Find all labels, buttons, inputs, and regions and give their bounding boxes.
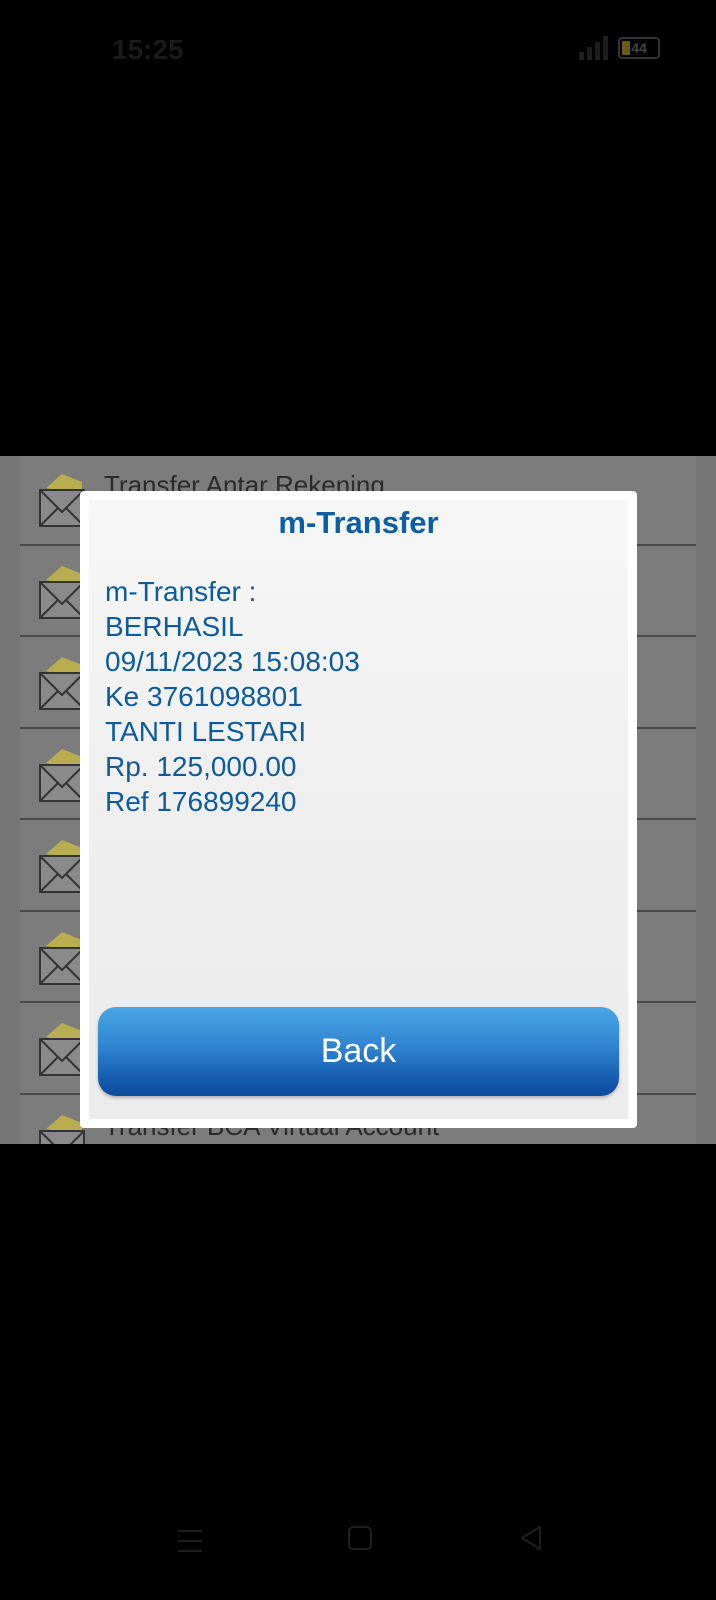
m-transfer-dialog: m-Transfer m-Transfer : BERHASIL 09/11/2… bbox=[80, 491, 637, 1128]
envelope-icon bbox=[39, 748, 85, 802]
envelope-icon bbox=[39, 931, 85, 985]
envelope-icon bbox=[39, 657, 85, 710]
battery-icon: 44 bbox=[618, 37, 660, 59]
transfer-result: m-Transfer : BERHASIL 09/11/2023 15:08:0… bbox=[105, 574, 360, 819]
home-icon[interactable] bbox=[348, 1526, 372, 1550]
envelope-icon bbox=[39, 474, 85, 527]
signal-icon bbox=[579, 36, 608, 60]
dialog-body: m-Transfer m-Transfer : BERHASIL 09/11/2… bbox=[89, 500, 628, 1119]
envelope-icon bbox=[39, 565, 85, 619]
result-amount: Rp. 125,000.00 bbox=[105, 751, 297, 782]
envelope-icon bbox=[39, 1114, 85, 1144]
status-icons: 44 bbox=[579, 34, 660, 62]
result-reference: Ref 176899240 bbox=[105, 786, 297, 817]
dialog-title: m-Transfer bbox=[278, 505, 439, 540]
back-icon[interactable] bbox=[518, 1524, 544, 1552]
back-button[interactable]: Back bbox=[98, 1007, 619, 1096]
status-bar: 15:25 44 bbox=[0, 0, 716, 96]
envelope-icon bbox=[39, 1023, 85, 1076]
status-time: 15:25 bbox=[112, 34, 184, 65]
battery-level: 44 bbox=[631, 40, 647, 56]
menu-icon[interactable] bbox=[178, 1530, 202, 1554]
result-heading: m-Transfer : bbox=[105, 576, 257, 607]
result-recipient-name: TANTI LESTARI bbox=[105, 716, 307, 747]
result-destination-account: Ke 3761098801 bbox=[105, 681, 303, 712]
result-status: BERHASIL bbox=[105, 611, 244, 642]
envelope-icon bbox=[39, 840, 85, 893]
system-nav-bar bbox=[0, 1520, 716, 1590]
result-datetime: 09/11/2023 15:08:03 bbox=[105, 646, 360, 677]
